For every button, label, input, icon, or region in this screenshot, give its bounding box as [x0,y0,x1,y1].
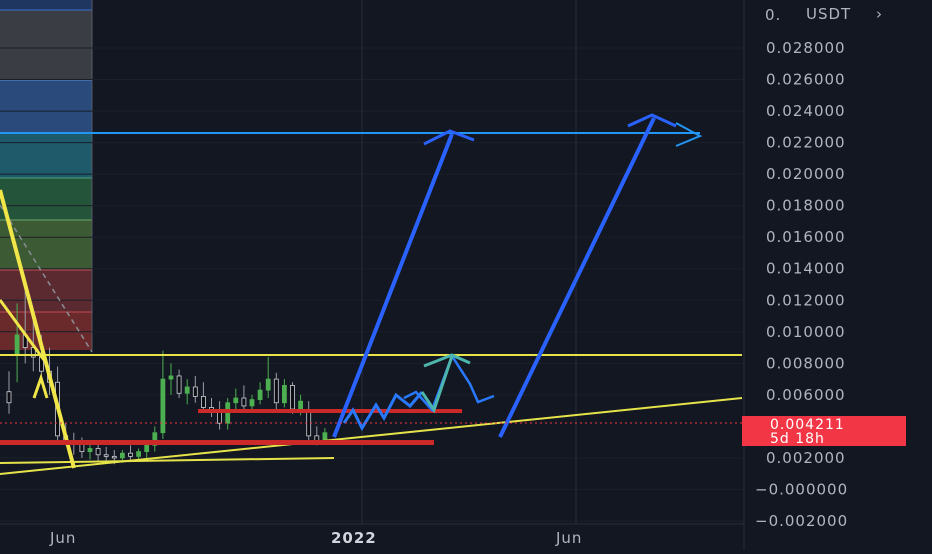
time-tick-label: Jun [49,529,76,547]
candle [144,444,150,453]
candle [87,448,93,453]
candle [249,399,255,407]
candle [160,378,166,434]
candle [298,400,304,410]
price-chart[interactable]: 0.028000 0.026000 0.024000 0.022000 0.020000… [0,0,932,550]
candle [257,389,263,400]
price-tick-label: 0.020000 [766,165,846,183]
candle [111,455,117,459]
candle [322,432,328,441]
price-tick-label: 0.008000 [766,354,846,372]
candle [290,385,295,410]
candle [184,386,190,394]
fib-zone [0,270,92,312]
candle [168,375,174,380]
candle [273,378,279,404]
price-tick-label: 0.002000 [766,449,846,467]
candle [200,396,206,408]
top-cut-label: 0. [765,6,781,24]
time-tick-label: 2022 [331,529,377,547]
last-price-countdown: 5d 18h [770,431,825,447]
price-tick-label: 0.026000 [766,71,846,89]
candle [136,451,142,457]
candle [95,448,101,456]
fib-zone [0,132,92,178]
candle [192,386,198,397]
price-tick-label: 0.010000 [766,323,846,341]
currency-dropdown-icon: › [876,5,883,23]
candle [128,452,133,457]
candle [176,375,182,394]
price-tick-label: 0.018000 [766,197,846,215]
time-tick-label: Jun [555,529,582,547]
price-tick-label: 0.028000 [766,39,846,57]
candle [314,435,320,441]
price-tick-label: −0.002000 [755,512,848,530]
candle [265,378,271,391]
support-zone [0,440,434,445]
fib-zone [0,80,92,132]
candle [233,397,239,404]
fib-zone [0,10,92,80]
candle [217,411,223,424]
candle [103,454,109,457]
fib-zone [0,178,92,220]
currency-label-text: USDT [806,5,851,23]
price-tick-label: 0.006000 [766,386,846,404]
price-tick-label: 0.016000 [766,228,846,246]
chart-area[interactable]: 0.028000 0.026000 0.024000 0.022000 0.020000… [0,0,932,550]
candle [6,391,12,404]
candle [14,334,20,356]
fib-zones [0,0,93,350]
price-tick-label: 0.022000 [766,134,846,152]
fib-zone [0,0,92,10]
candle [281,385,287,404]
price-tick-label: −0.000000 [755,480,848,498]
support-zone-upper [198,409,462,413]
price-tick-label: 0.012000 [766,291,846,309]
price-tick-label: 0.014000 [766,260,846,278]
price-tick-label: 0.024000 [766,102,846,120]
candle [241,397,247,407]
candle [120,452,125,459]
